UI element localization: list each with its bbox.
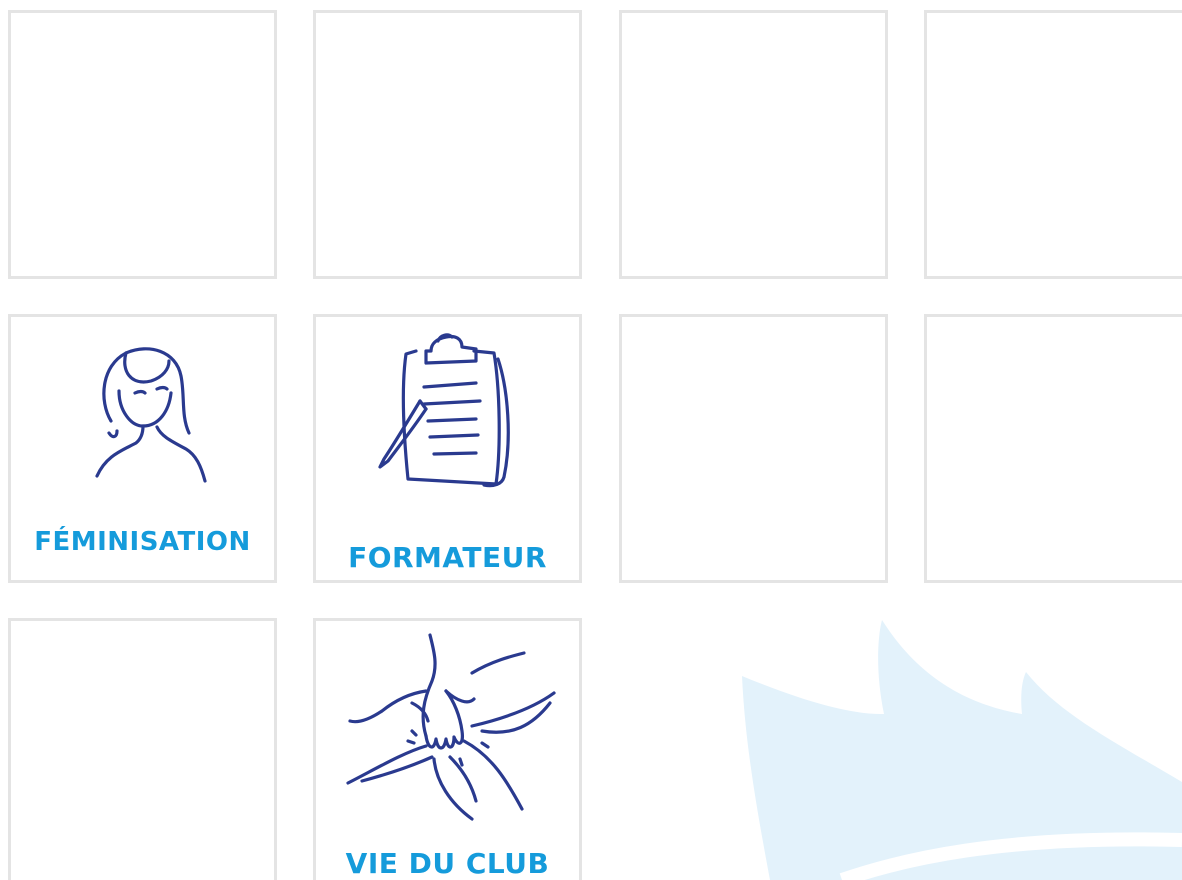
tile-feminisation[interactable]: FÉMINISATION bbox=[8, 314, 277, 583]
tile-label-formateur: FORMATEUR bbox=[348, 541, 547, 574]
tile-formateur[interactable]: FORMATEUR bbox=[313, 314, 582, 583]
tile-empty-r2c4[interactable] bbox=[924, 314, 1182, 583]
tile-empty-r1c2[interactable] bbox=[313, 10, 582, 279]
tile-label-feminisation: FÉMINISATION bbox=[34, 527, 251, 557]
clipboard-pen-icon bbox=[378, 333, 510, 488]
tile-empty-r1c1[interactable] bbox=[8, 10, 277, 279]
tile-empty-r1c3[interactable] bbox=[619, 10, 888, 279]
tile-label-vie-du-club: VIE DU CLUB bbox=[345, 847, 550, 880]
woman-portrait-icon bbox=[95, 347, 207, 483]
page: FÉMINISATION FORMATEUR VIE DU CLUB bbox=[0, 0, 1182, 880]
tile-empty-r1c4[interactable] bbox=[924, 10, 1182, 279]
joined-hands-icon bbox=[346, 633, 556, 821]
tile-vie-du-club[interactable]: VIE DU CLUB bbox=[313, 618, 582, 880]
tile-empty-r2c3[interactable] bbox=[619, 314, 888, 583]
tile-empty-r3c1[interactable] bbox=[8, 618, 277, 880]
